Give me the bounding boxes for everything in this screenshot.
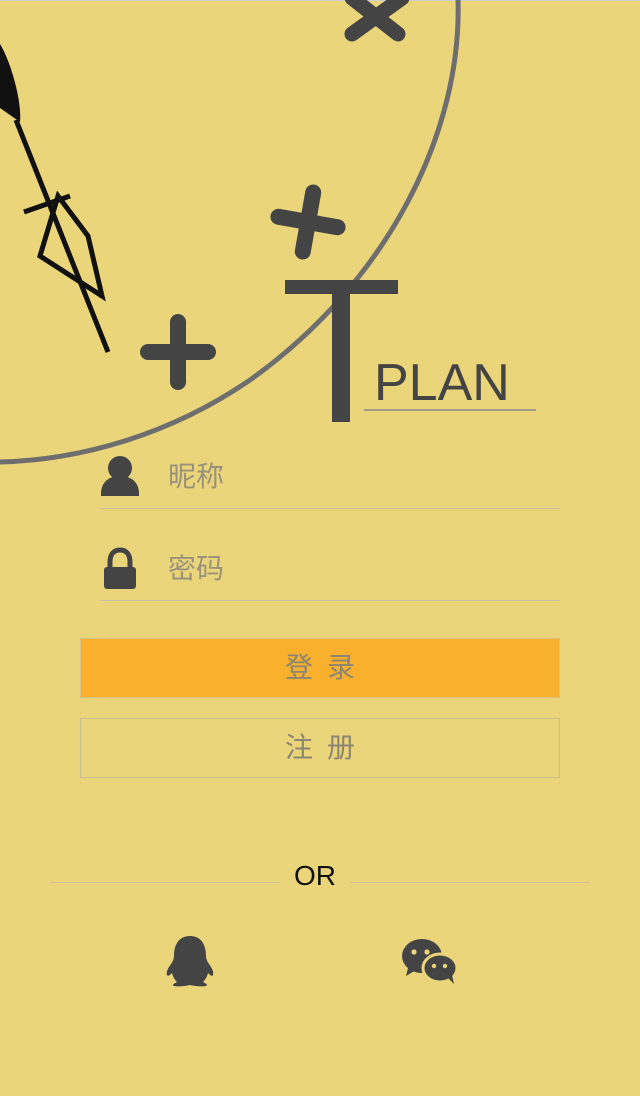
password-field [100, 540, 560, 601]
lock-icon [104, 547, 136, 589]
decorative-plus-icon [140, 314, 216, 390]
or-divider-text: OR [294, 860, 336, 891]
user-icon [101, 456, 139, 496]
clock-hand-icon [0, 44, 111, 353]
nickname-field [100, 448, 560, 509]
qq-login-button[interactable] [158, 930, 222, 990]
password-input[interactable] [168, 540, 548, 596]
or-divider-right [350, 882, 590, 883]
decorative-cross-icon [344, 0, 410, 42]
nickname-input[interactable] [168, 448, 548, 504]
decorative-plus-icon [270, 184, 346, 260]
wechat-login-button[interactable] [398, 930, 462, 990]
logo-text: PLAN [374, 354, 510, 412]
decorative-clock-background: PLAN [0, 0, 536, 465]
login-button[interactable]: 登录 [80, 638, 560, 698]
wechat-icon [402, 939, 459, 984]
or-divider-left [50, 882, 280, 883]
login-screen: PLAN 登录 注册 OR [0, 0, 640, 1096]
register-button[interactable]: 注册 [80, 718, 560, 778]
qq-penguin-icon [166, 936, 214, 987]
